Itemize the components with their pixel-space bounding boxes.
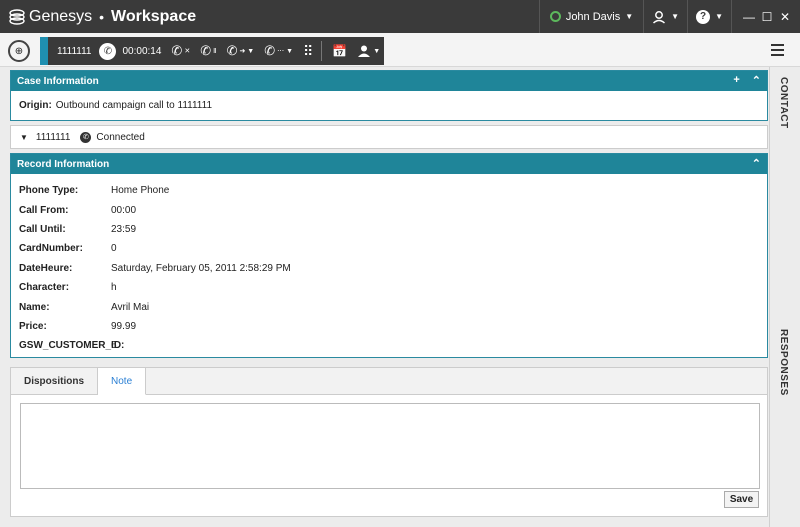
field-value: 23:59 xyxy=(111,223,137,235)
consult-agent-icon[interactable]: ▼ xyxy=(357,44,380,58)
save-button[interactable]: Save xyxy=(724,491,759,508)
agent-icon xyxy=(653,10,666,24)
chevron-down-icon: ▼ xyxy=(715,12,723,21)
call-number: 1111111 xyxy=(57,45,92,57)
case-information-header: Case Information + ⌃ xyxy=(11,71,767,91)
main-menu-icon[interactable] xyxy=(771,44,784,59)
expand-triangle-icon[interactable]: ▼ xyxy=(20,133,28,142)
interaction-number: 1111111 xyxy=(35,131,71,143)
record-fields: Phone Type: Home Phone Call From: 00:00 Ca… xyxy=(11,181,767,356)
help-icon: ? xyxy=(696,9,711,24)
window-controls: — ☐ ✕ xyxy=(731,0,800,33)
record-row: Name: Avril Mai xyxy=(11,297,767,316)
minimize-icon[interactable]: — xyxy=(742,10,756,24)
record-row: CardNumber: 0 xyxy=(11,239,767,258)
case-information-title: Case Information xyxy=(17,75,99,87)
field-label: Phone Type: xyxy=(19,185,79,197)
field-value: 00:00 xyxy=(111,204,137,216)
interaction-bar[interactable]: ▼ 1111111 ✆ Connected xyxy=(10,125,768,149)
record-row: Call Until: 23:59 xyxy=(11,220,767,239)
record-row: Phone Type: Home Phone xyxy=(11,181,767,200)
field-value: Saturday, February 05, 2011 2:58:29 PM xyxy=(111,262,291,274)
record-row: GSW_CUSTOMER_ID: 6 xyxy=(11,336,767,355)
field-value: 0 xyxy=(111,243,117,255)
tab-note[interactable]: Note xyxy=(98,368,147,395)
close-icon[interactable]: ✕ xyxy=(778,10,792,24)
record-row: Character: h xyxy=(11,278,767,297)
chevron-down-icon: ▼ xyxy=(671,12,680,21)
conference-call-icon[interactable]: ✆ ⋯ ▼ xyxy=(264,43,293,59)
record-information-title: Record Information xyxy=(17,158,110,170)
genesys-logo-icon xyxy=(9,8,25,25)
title-separator: • xyxy=(99,8,105,25)
field-label: Price: xyxy=(19,320,47,332)
collapse-icon[interactable]: ⌃ xyxy=(752,74,761,87)
transfer-call-icon[interactable]: ✆ ➜ ▼ xyxy=(227,43,255,59)
origin-label: Origin: xyxy=(19,100,52,111)
collapse-icon[interactable]: ⌃ xyxy=(752,157,761,170)
field-label: Call Until: xyxy=(19,223,66,235)
user-status-menu[interactable]: John Davis ▼ xyxy=(538,0,643,33)
phone-icon: ✆ xyxy=(80,131,92,143)
record-information-panel: Record Information ⌃ Phone Type: Home Pho… xyxy=(10,153,768,358)
ready-status-icon xyxy=(549,11,561,22)
field-value: h xyxy=(111,282,117,294)
call-accent-bar xyxy=(40,37,48,65)
disposition-note-area: Dispositions Note Save xyxy=(10,367,768,517)
interaction-workspace: Case Information + ⌃ Origin: Outbound cam… xyxy=(10,70,768,520)
genesys-logo: Genesys xyxy=(8,8,92,26)
field-label: Call From: xyxy=(19,204,69,216)
case-origin: Origin: Outbound campaign call to 1111111 xyxy=(11,91,767,120)
case-information-panel: Case Information + ⌃ Origin: Outbound cam… xyxy=(10,70,768,121)
phone-icon: ✆ xyxy=(99,42,117,60)
field-label: Character: xyxy=(19,282,70,294)
hold-call-icon[interactable]: ✆ Ⅱ xyxy=(200,43,216,59)
side-rail: CONTACT RESPONSES xyxy=(769,67,800,527)
chevron-down-icon: ▼ xyxy=(625,12,634,21)
field-value: Home Phone xyxy=(111,185,170,197)
call-timer: 00:00:14 xyxy=(122,45,162,57)
responses-tab[interactable]: RESPONSES xyxy=(778,329,789,396)
tab-strip: Dispositions Note xyxy=(11,368,767,395)
call-toolbar: 1111111 ✆ 00:00:14 ✆ ✕ ✆ Ⅱ ✆ ➜ ▼ ✆ ⋯ ▼ ⠿ 📅 ▼ xyxy=(40,37,384,65)
user-name: John Davis xyxy=(565,10,621,23)
field-label: CardNumber: xyxy=(19,243,83,255)
field-label: Name: xyxy=(19,301,50,313)
person-icon xyxy=(358,45,371,57)
add-icon[interactable]: + xyxy=(733,74,739,87)
record-row: DateHeure: Saturday, February 05, 2011 2:… xyxy=(11,259,767,278)
tab-dispositions[interactable]: Dispositions xyxy=(11,368,99,394)
app-title: Workspace xyxy=(111,7,197,25)
main-toolbar: ⊕ 1111111 ✆ 00:00:14 ✆ ✕ ✆ Ⅱ ✆ ➜ ▼ ✆ ⋯ ▼ ⠿ 📅… xyxy=(0,33,800,67)
origin-value: Outbound campaign call to 1111111 xyxy=(55,100,213,111)
end-call-icon[interactable]: ✆ ✕ xyxy=(171,43,190,59)
help-menu-button[interactable]: ? ▼ xyxy=(687,0,731,33)
dialpad-icon[interactable]: ⠿ xyxy=(303,43,313,60)
field-value: 99.99 xyxy=(111,320,137,332)
toolbar-divider xyxy=(321,41,323,61)
field-value: Avril Mai xyxy=(111,301,150,313)
field-label: GSW_CUSTOMER_ID: xyxy=(19,340,125,352)
agent-menu-button[interactable]: ▼ xyxy=(643,0,687,33)
maximize-icon[interactable]: ☐ xyxy=(760,10,774,24)
title-bar: Genesys • Workspace John Davis ▼ ▼ ? ▼ —… xyxy=(0,0,800,33)
calendar-icon[interactable]: 📅 xyxy=(332,44,347,58)
record-row: Call From: 00:00 xyxy=(11,200,767,219)
note-textarea[interactable] xyxy=(20,403,760,489)
contact-tab[interactable]: CONTACT xyxy=(778,77,789,129)
brand-name: Genesys xyxy=(29,7,93,25)
team-communicator-icon[interactable]: ⊕ xyxy=(8,40,30,62)
field-label: DateHeure: xyxy=(19,262,73,274)
field-value: 6 xyxy=(111,340,117,352)
interaction-status: Connected xyxy=(96,131,145,143)
record-information-header: Record Information ⌃ xyxy=(11,154,767,174)
record-row: Price: 99.99 xyxy=(11,317,767,336)
